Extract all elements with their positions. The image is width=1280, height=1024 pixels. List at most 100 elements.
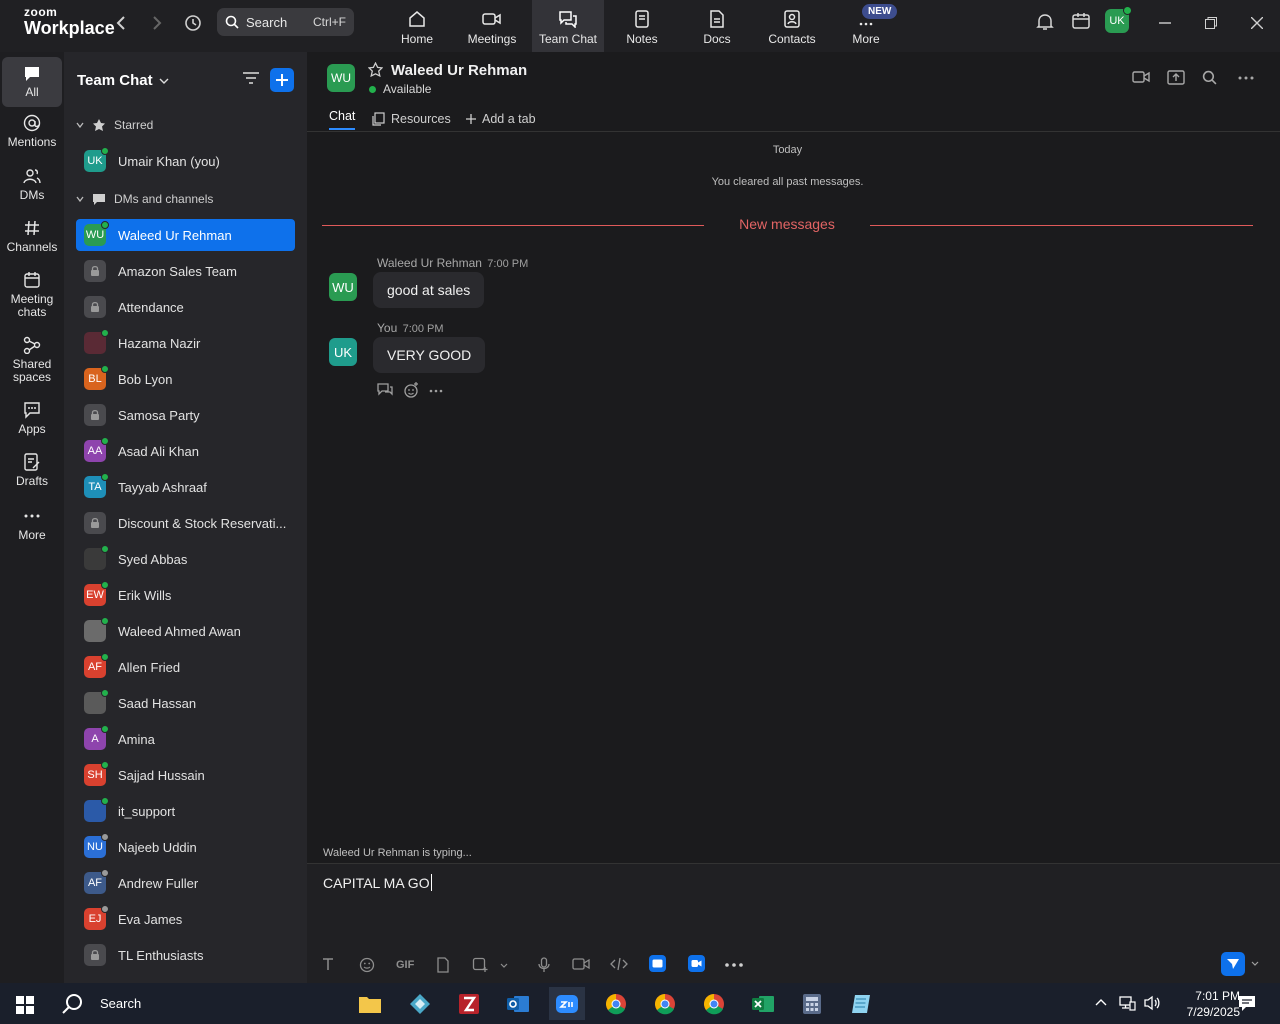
favorite-star-button[interactable] (368, 62, 383, 77)
minimize-button[interactable] (1151, 12, 1179, 34)
rail-all[interactable]: All (2, 57, 62, 107)
tab-chat[interactable]: Chat (329, 108, 356, 130)
sidebar-item-tl-enthusiasts[interactable]: TL Enthusiasts (76, 939, 295, 971)
new-chat-button[interactable] (270, 68, 294, 92)
nav-meetings[interactable]: Meetings (456, 0, 528, 52)
sidebar-item-erik-wills[interactable]: EW Erik Wills (76, 579, 295, 611)
attach-file-button[interactable] (436, 957, 450, 973)
sidebar-item-discount-stock-reservati[interactable]: Discount & Stock Reservati... (76, 507, 295, 539)
forward-button[interactable] (144, 12, 170, 34)
sidebar-item-bob-lyon[interactable]: BL Bob Lyon (76, 363, 295, 395)
outlook-app[interactable] (500, 987, 536, 1020)
tab-resources[interactable]: Resources (372, 108, 451, 130)
voice-message-button[interactable] (538, 957, 550, 973)
filezilla-app[interactable] (451, 987, 487, 1020)
rail-shared-spaces[interactable]: Shared spaces (2, 336, 62, 384)
message-input[interactable]: CAPITAL MA GO (323, 874, 432, 891)
sidebar-item-waleed-ahmed-awan[interactable]: Waleed Ahmed Awan (76, 615, 295, 647)
send-button[interactable] (1221, 952, 1245, 976)
format-text-button[interactable] (321, 957, 335, 971)
chrome-app-2[interactable] (647, 987, 683, 1020)
sidebar-item-syed-abbas[interactable]: Syed Abbas (76, 543, 295, 575)
zoom-app-button[interactable] (688, 955, 705, 972)
sidebar-item-hazama-nazir[interactable]: Hazama Nazir (76, 327, 295, 359)
more-tools-button[interactable] (725, 963, 743, 967)
nav-team-chat[interactable]: Team Chat (532, 0, 604, 52)
sidebar-item-attendance[interactable]: Attendance (76, 291, 295, 323)
sidebar-item-umair-khan[interactable]: UK Umair Khan (you) (76, 145, 295, 177)
starred-section-header[interactable]: Starred (76, 118, 153, 132)
nav-docs[interactable]: Docs (681, 0, 753, 52)
dms-section-header[interactable]: DMs and channels (76, 192, 213, 206)
chrome-app-3[interactable] (696, 987, 732, 1020)
history-button[interactable] (180, 12, 206, 34)
nav-notes[interactable]: Notes (606, 0, 678, 52)
sidebar-item-amazon-sales-team[interactable]: Amazon Sales Team (76, 255, 295, 287)
app-shortcut-button[interactable] (649, 955, 666, 972)
nav-contacts[interactable]: Contacts (756, 0, 828, 52)
screenshot-options-button[interactable] (500, 963, 508, 968)
screenshot-button[interactable] (472, 957, 488, 973)
reply-button[interactable] (377, 382, 393, 398)
notification-center-button[interactable] (1238, 995, 1256, 1012)
sidebar-item-najeeb-uddin[interactable]: NU Najeeb Uddin (76, 831, 295, 863)
whiteboard-button[interactable] (1072, 12, 1090, 30)
contact-name[interactable]: Waleed Ur Rehman (391, 62, 527, 79)
search-box[interactable]: Search Ctrl+F (217, 8, 354, 36)
file-explorer-app[interactable] (352, 987, 388, 1020)
sidebar-item-saad-hassan[interactable]: Saad Hassan (76, 687, 295, 719)
sidebar-item-samosa-party[interactable]: Samosa Party (76, 399, 295, 431)
zoom-app[interactable] (549, 987, 585, 1020)
chrome-app-1[interactable] (598, 987, 634, 1020)
sidebar-item-eva-james[interactable]: EJ Eva James (76, 903, 295, 935)
tab-add[interactable]: Add a tab (465, 108, 536, 130)
message-avatar[interactable]: UK (329, 338, 357, 366)
rail-channels[interactable]: Channels (2, 219, 62, 254)
notes-app[interactable] (843, 987, 879, 1020)
send-options-button[interactable] (1251, 961, 1259, 966)
calculator-app[interactable] (794, 987, 830, 1020)
rail-meeting-chats[interactable]: Meeting chats (2, 271, 62, 319)
taskbar-search[interactable]: Search (100, 996, 141, 1011)
sidebar-item-waleed-ur-rehman[interactable]: WU Waleed Ur Rehman (76, 219, 295, 251)
message-composer[interactable] (307, 863, 1280, 983)
emoji-button[interactable] (359, 957, 375, 973)
nav-home[interactable]: Home (381, 0, 453, 52)
message-bubble[interactable]: VERY GOOD (373, 337, 486, 373)
more-actions-button[interactable] (429, 382, 443, 398)
taskbar-search-icon[interactable] (61, 993, 83, 1015)
sidebar-item-amina[interactable]: A Amina (76, 723, 295, 755)
rail-more[interactable]: More (2, 507, 62, 542)
sidebar-item-it-support[interactable]: it_support (76, 795, 295, 827)
message-avatar[interactable]: WU (329, 273, 357, 301)
rail-dms[interactable]: DMs (2, 167, 62, 202)
rail-drafts[interactable]: Drafts (2, 453, 62, 488)
rail-apps[interactable]: Apps (2, 401, 62, 436)
close-button[interactable] (1243, 12, 1271, 34)
taskbar-clock[interactable]: 7:01 PM 7/29/2025 (1150, 988, 1240, 1020)
message-bubble[interactable]: good at sales (373, 272, 485, 308)
sidebar-title[interactable]: Team Chat (77, 72, 169, 89)
sidebar-item-allen-fried[interactable]: AF Allen Fried (76, 651, 295, 683)
filter-button[interactable] (242, 70, 260, 86)
chat-options-button[interactable] (1238, 76, 1254, 80)
video-call-button[interactable] (1132, 70, 1150, 84)
profile-avatar[interactable]: UK (1105, 6, 1132, 33)
contact-avatar[interactable]: WU (327, 64, 355, 92)
share-screen-button[interactable] (1167, 70, 1185, 85)
code-snippet-button[interactable] (610, 957, 628, 971)
sidebar-item-tayyab-ashraaf[interactable]: TA Tayyab Ashraaf (76, 471, 295, 503)
sidebar-item-asad-ali-khan[interactable]: AA Asad Ali Khan (76, 435, 295, 467)
sidebar-item-andrew-fuller[interactable]: AF Andrew Fuller (76, 867, 295, 899)
app-diamond[interactable] (402, 987, 438, 1020)
gif-button[interactable]: GIF (396, 959, 414, 971)
start-button[interactable] (16, 996, 34, 1014)
video-message-button[interactable] (572, 957, 590, 971)
rail-mentions[interactable]: Mentions (2, 114, 62, 149)
add-reaction-button[interactable] (403, 382, 419, 398)
show-hidden-icons-button[interactable] (1095, 998, 1107, 1006)
sidebar-item-sajjad-hussain[interactable]: SH Sajjad Hussain (76, 759, 295, 791)
notifications-button[interactable] (1036, 12, 1054, 32)
search-chat-button[interactable] (1202, 70, 1217, 85)
restore-button[interactable] (1197, 12, 1225, 34)
